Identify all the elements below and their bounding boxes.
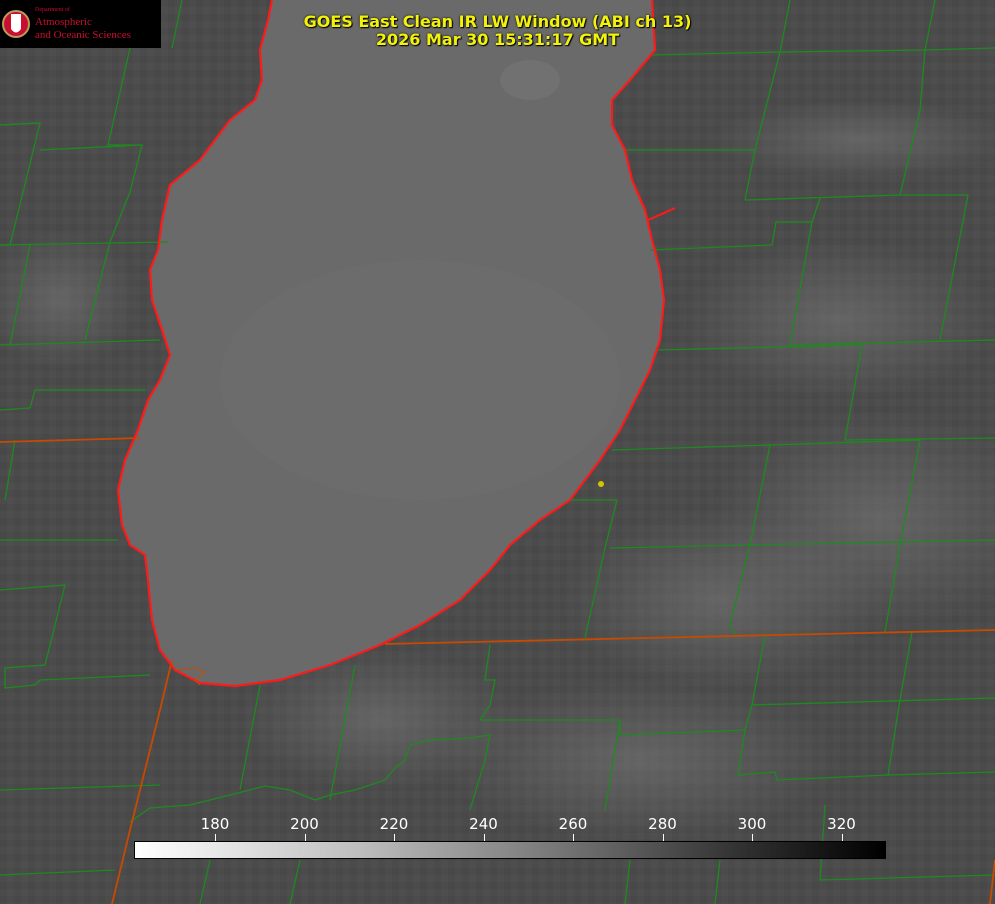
colorbar-tick-label: 220 — [379, 815, 409, 833]
colorbar-tick-label: 280 — [648, 815, 677, 833]
temperature-colorbar — [134, 841, 886, 859]
colorbar-tick-label: 200 — [290, 815, 319, 833]
colorbar-tick-mark — [215, 834, 216, 841]
location-marker — [598, 481, 604, 487]
colorbar-tick-mark — [304, 834, 306, 841]
colorbar-tick-label: 320 — [827, 815, 856, 833]
lake-texture — [220, 260, 620, 500]
colorbar-tick-mark — [841, 834, 843, 841]
colorbar-tick-mark — [394, 834, 395, 841]
image-title: GOES East Clean IR LW Window (ABI ch 13) — [303, 12, 692, 31]
colorbar-tick-label: 240 — [469, 815, 498, 833]
colorbar-tick-mark — [752, 834, 753, 841]
colorbar-tick-mark — [573, 834, 574, 841]
satellite-ir-map — [0, 0, 995, 904]
image-timestamp: 2026 Mar 30 15:31:17 GMT — [375, 30, 620, 49]
colorbar-tick-mark — [483, 834, 485, 841]
cloud-patch — [680, 240, 995, 400]
colorbar-tick-label: 180 — [200, 815, 230, 833]
colorbar-tick-label: 300 — [737, 815, 767, 833]
lake-texture — [500, 60, 560, 100]
colorbar-tick-label: 260 — [558, 815, 588, 833]
colorbar-tick-mark — [662, 834, 664, 841]
